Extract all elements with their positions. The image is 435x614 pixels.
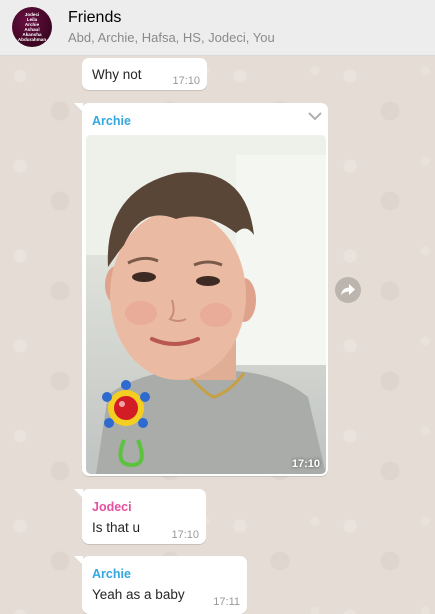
message-bubble[interactable]: Jodeci Is that u 17:10 — [74, 489, 206, 544]
message-sender[interactable]: Archie — [92, 567, 131, 581]
message-text: Is that u — [92, 520, 141, 535]
message-bubble[interactable]: Why not 17:10 — [82, 58, 207, 90]
message-time: 17:11 — [213, 596, 240, 608]
shared-photo[interactable]: 17:10 — [86, 135, 326, 474]
message-text: Why not — [92, 67, 142, 82]
photo-timestamp: 17:10 — [291, 458, 320, 470]
group-avatar[interactable]: Jodeci Leila Archie Ashaul Akansha Abdur… — [12, 7, 52, 47]
forward-icon[interactable] — [335, 277, 361, 303]
message-time: 17:10 — [171, 529, 199, 541]
message-text: Yeah as a baby — [92, 587, 185, 602]
message-sender[interactable]: Jodeci — [92, 500, 132, 514]
chat-participants: Abd, Archie, Hafsa, HS, Jodeci, You — [68, 30, 275, 45]
message-time: 17:10 — [172, 75, 200, 87]
photo-message-bubble[interactable]: Archie 17:10 — [74, 103, 328, 476]
chat-header[interactable]: Jodeci Leila Archie Ashaul Akansha Abdur… — [0, 0, 435, 56]
chat-title[interactable]: Friends — [68, 9, 121, 27]
chevron-down-icon[interactable] — [308, 111, 322, 121]
message-sender[interactable]: Archie — [92, 114, 131, 128]
message-bubble[interactable]: Archie Yeah as a baby 17:11 — [74, 556, 247, 614]
photo-image — [86, 135, 326, 474]
avatar-line: Abdurahman — [17, 37, 47, 43]
